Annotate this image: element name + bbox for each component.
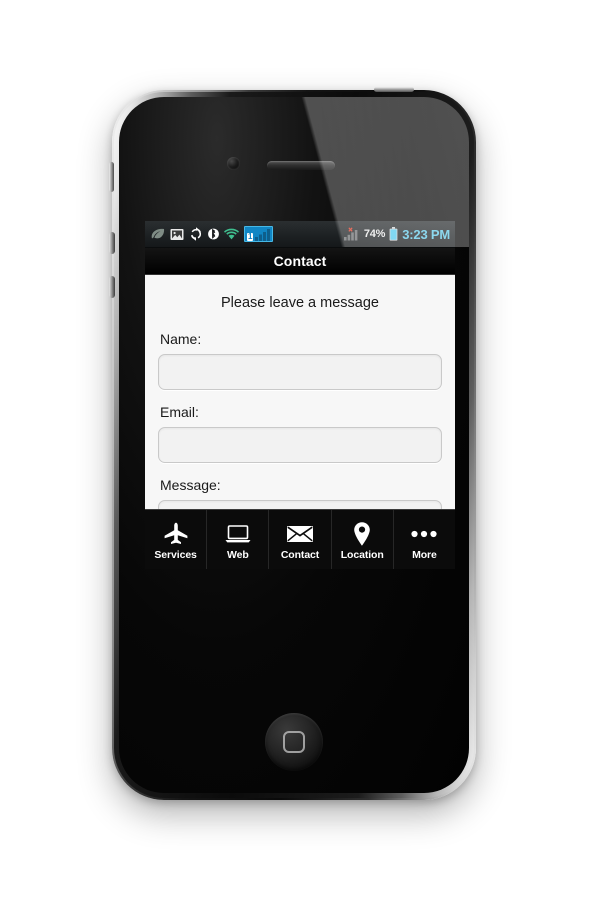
tab-location[interactable]: Location xyxy=(332,510,394,569)
airplane-icon xyxy=(163,521,189,547)
tab-more[interactable]: More xyxy=(394,510,455,569)
tab-contact-label: Contact xyxy=(280,549,320,561)
mobile-signal-active-icon: 1 xyxy=(244,226,274,242)
name-label: Name: xyxy=(160,331,202,347)
phone-screen: 1 74% 3:23 PM Contact Please leave a mes… xyxy=(145,221,455,569)
tab-more-label: More xyxy=(412,549,437,561)
laptop-icon xyxy=(224,521,252,547)
message-label: Message: xyxy=(160,477,221,493)
status-bar-right-icons: 74% 3:23 PM xyxy=(343,227,450,242)
status-bar-left-icons: 1 xyxy=(151,226,343,242)
tab-services-label: Services xyxy=(154,549,197,561)
email-input[interactable] xyxy=(158,427,442,463)
form-headline: Please leave a message xyxy=(221,295,379,311)
tab-web[interactable]: Web xyxy=(207,510,270,569)
phone-front-face: 1 74% 3:23 PM Contact Please leave a mes… xyxy=(119,97,469,793)
email-label: Email: xyxy=(160,404,199,420)
app-title-bar: Contact xyxy=(145,248,455,275)
earpiece-speaker-icon xyxy=(267,161,335,170)
map-pin-icon xyxy=(352,521,372,547)
mute-switch[interactable] xyxy=(109,162,114,192)
form-content: Please leave a message Name: Email: Mess… xyxy=(145,275,455,509)
mobile-signal-error-icon xyxy=(343,227,360,241)
screenshot-stage: 1 74% 3:23 PM Contact Please leave a mes… xyxy=(0,0,600,900)
field-group-email: Email: xyxy=(158,390,442,463)
field-group-message: Message: xyxy=(158,463,442,509)
wifi-icon xyxy=(224,228,239,240)
leaf-icon xyxy=(151,228,165,240)
battery-icon xyxy=(389,227,398,241)
bluetooth-icon xyxy=(208,227,219,241)
volume-down-button[interactable] xyxy=(109,276,115,298)
status-bar: 1 74% 3:23 PM xyxy=(145,221,455,248)
phone-device: 1 74% 3:23 PM Contact Please leave a mes… xyxy=(109,87,476,800)
home-button-square-icon xyxy=(283,731,305,753)
volume-up-button[interactable] xyxy=(109,232,115,254)
gallery-image-icon xyxy=(170,228,184,241)
envelope-icon xyxy=(286,521,314,547)
status-bar-clock: 3:23 PM xyxy=(402,226,450,242)
tab-services[interactable]: Services xyxy=(145,510,208,569)
ellipsis-icon xyxy=(410,521,438,547)
field-group-name: Name: xyxy=(158,317,442,390)
power-button[interactable] xyxy=(374,87,414,92)
battery-percent-label: 74% xyxy=(363,228,386,240)
sync-icon xyxy=(189,227,203,241)
front-camera-icon xyxy=(227,157,240,170)
page-title: Contact xyxy=(273,253,327,269)
name-input[interactable] xyxy=(158,354,442,390)
sim-slot-badge: 1 xyxy=(247,232,254,241)
bottom-tab-bar: Services Web Contact Location More xyxy=(145,509,455,569)
home-button[interactable] xyxy=(265,713,323,771)
tab-location-label: Location xyxy=(340,549,384,561)
tab-web-label: Web xyxy=(226,549,249,561)
message-input[interactable] xyxy=(158,500,442,509)
tab-contact[interactable]: Contact xyxy=(269,510,332,569)
